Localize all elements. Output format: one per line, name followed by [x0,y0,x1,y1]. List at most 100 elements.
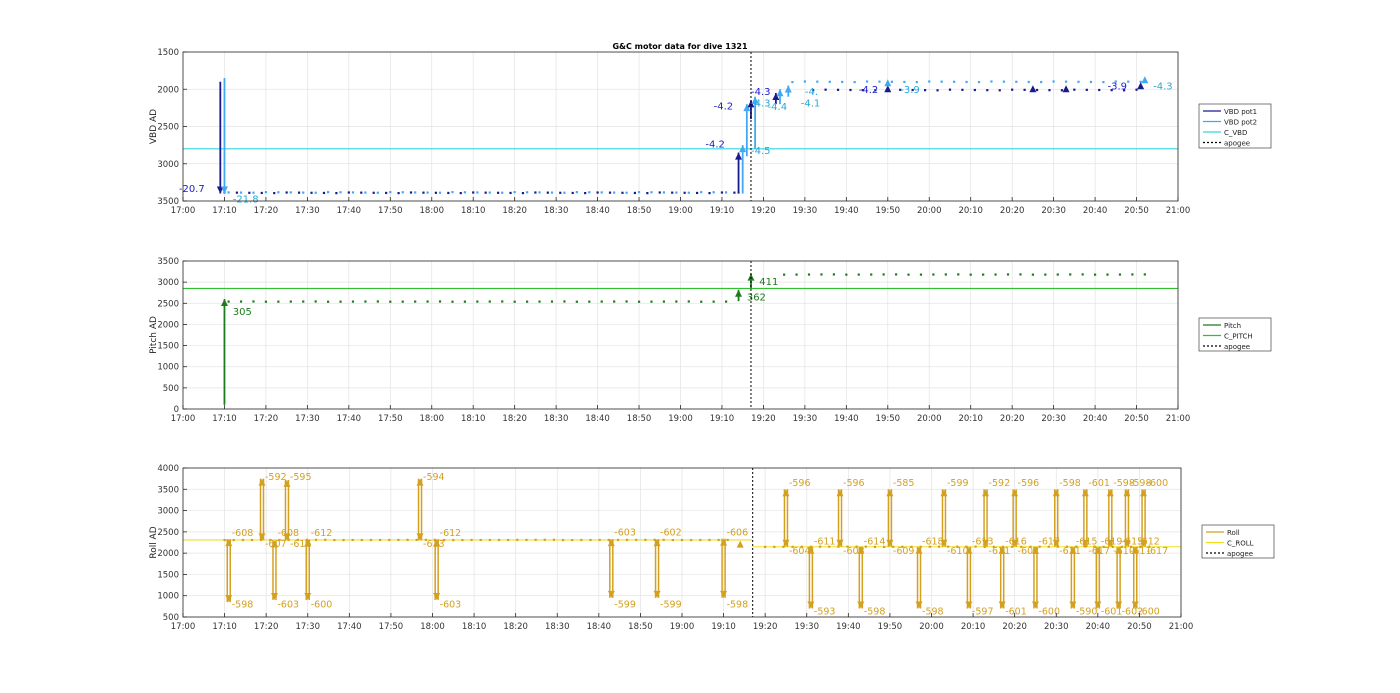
data-point [680,538,684,542]
data-point [644,538,647,541]
data-point [1081,273,1084,276]
data-point [726,538,729,542]
roll-label: -611 [989,546,1011,557]
x-tick-label: 20:00 [919,622,944,632]
data-point [584,192,587,195]
legend-entry: apogee [1224,140,1250,148]
data-point [1027,80,1030,84]
data-point [538,300,541,303]
x-tick-label: 18:50 [627,206,652,216]
x-tick-label: 20:40 [1083,414,1108,424]
data-point [364,191,367,194]
x-tick-label: 18:40 [585,206,610,216]
data-point [575,191,578,194]
data-point [982,273,985,276]
data-point [388,538,391,542]
legend-entry: C_PITCH [1224,333,1253,341]
y-tick-label: 2000 [157,85,179,95]
x-tick-label: 19:00 [670,622,695,632]
data-point [1143,273,1146,276]
data-point [561,538,565,542]
data-point [470,538,473,542]
data-point [322,191,326,195]
move-arrowhead [735,152,743,160]
data-point [1044,273,1047,276]
data-point [543,538,546,541]
data-point [364,300,367,303]
x-tick-label: 17:10 [212,414,237,424]
data-point [563,300,566,303]
data-point [476,191,479,194]
roll-label: -599 [614,600,636,611]
data-point [526,300,529,303]
data-point [944,273,947,276]
data-point [717,538,720,542]
x-tick-label: 19:50 [876,206,901,216]
roll-label: -600 [1038,606,1060,617]
roll-label: -598 [1059,478,1081,489]
data-point [525,538,528,541]
data-point [521,192,525,195]
roll-label: -596 [843,478,865,489]
data-point [538,191,541,194]
data-point [637,191,641,194]
data-point [484,191,487,194]
data-point [302,191,305,194]
data-point [277,191,280,194]
x-tick-label: 19:20 [753,622,778,632]
data-point [708,538,711,542]
x-tick-label: 18:30 [545,622,570,632]
data-point [675,191,678,194]
data-point [662,191,666,194]
roll-arrowhead [940,489,948,497]
move-arrowhead [735,289,743,297]
data-point [845,273,848,276]
data-point [1040,80,1043,84]
data-point [820,273,823,276]
data-point [501,300,504,303]
data-point [588,300,591,303]
x-tick-label: 18:00 [420,414,445,424]
y-tick-label: 500 [163,613,179,623]
data-point [936,89,939,92]
data-point [379,538,382,542]
x-tick-label: 20:50 [1124,206,1149,216]
data-point [928,80,931,83]
roll-arrowhead [886,489,894,497]
marker [736,540,744,548]
data-point [708,192,711,195]
data-point [351,300,355,303]
data-point [932,273,935,276]
data-label: -4.4 [768,102,788,113]
grid [182,51,1179,202]
x-tick-label: 19:20 [751,414,776,424]
x-tick-label: 17:50 [378,206,403,216]
data-point [1052,80,1055,83]
data-point [973,88,976,92]
data-point [497,538,501,542]
x-tick-label: 17:50 [379,622,404,632]
roll-label: -613 [423,539,445,550]
data-point [476,300,479,303]
x-tick-label: 18:00 [420,206,445,216]
data-point [994,273,997,276]
sample-points [223,80,1142,195]
roll-label: -604 [789,546,811,557]
data-point [977,80,981,84]
motor-moves [216,78,792,194]
roll-arrowhead [1140,489,1148,497]
data-point [302,300,305,303]
y-tick-label: 3000 [157,160,179,170]
y-tick-label: 1000 [157,592,179,602]
roll-label: -610 [947,546,969,557]
data-point [264,300,268,303]
data-point [546,191,549,194]
data-point [795,273,798,276]
data-point [990,80,993,83]
data-point [406,538,409,541]
roll-label: -601 [1005,606,1027,617]
data-point [447,191,450,195]
data-point [250,538,254,542]
data-point [1118,273,1122,276]
data-point [550,300,554,303]
